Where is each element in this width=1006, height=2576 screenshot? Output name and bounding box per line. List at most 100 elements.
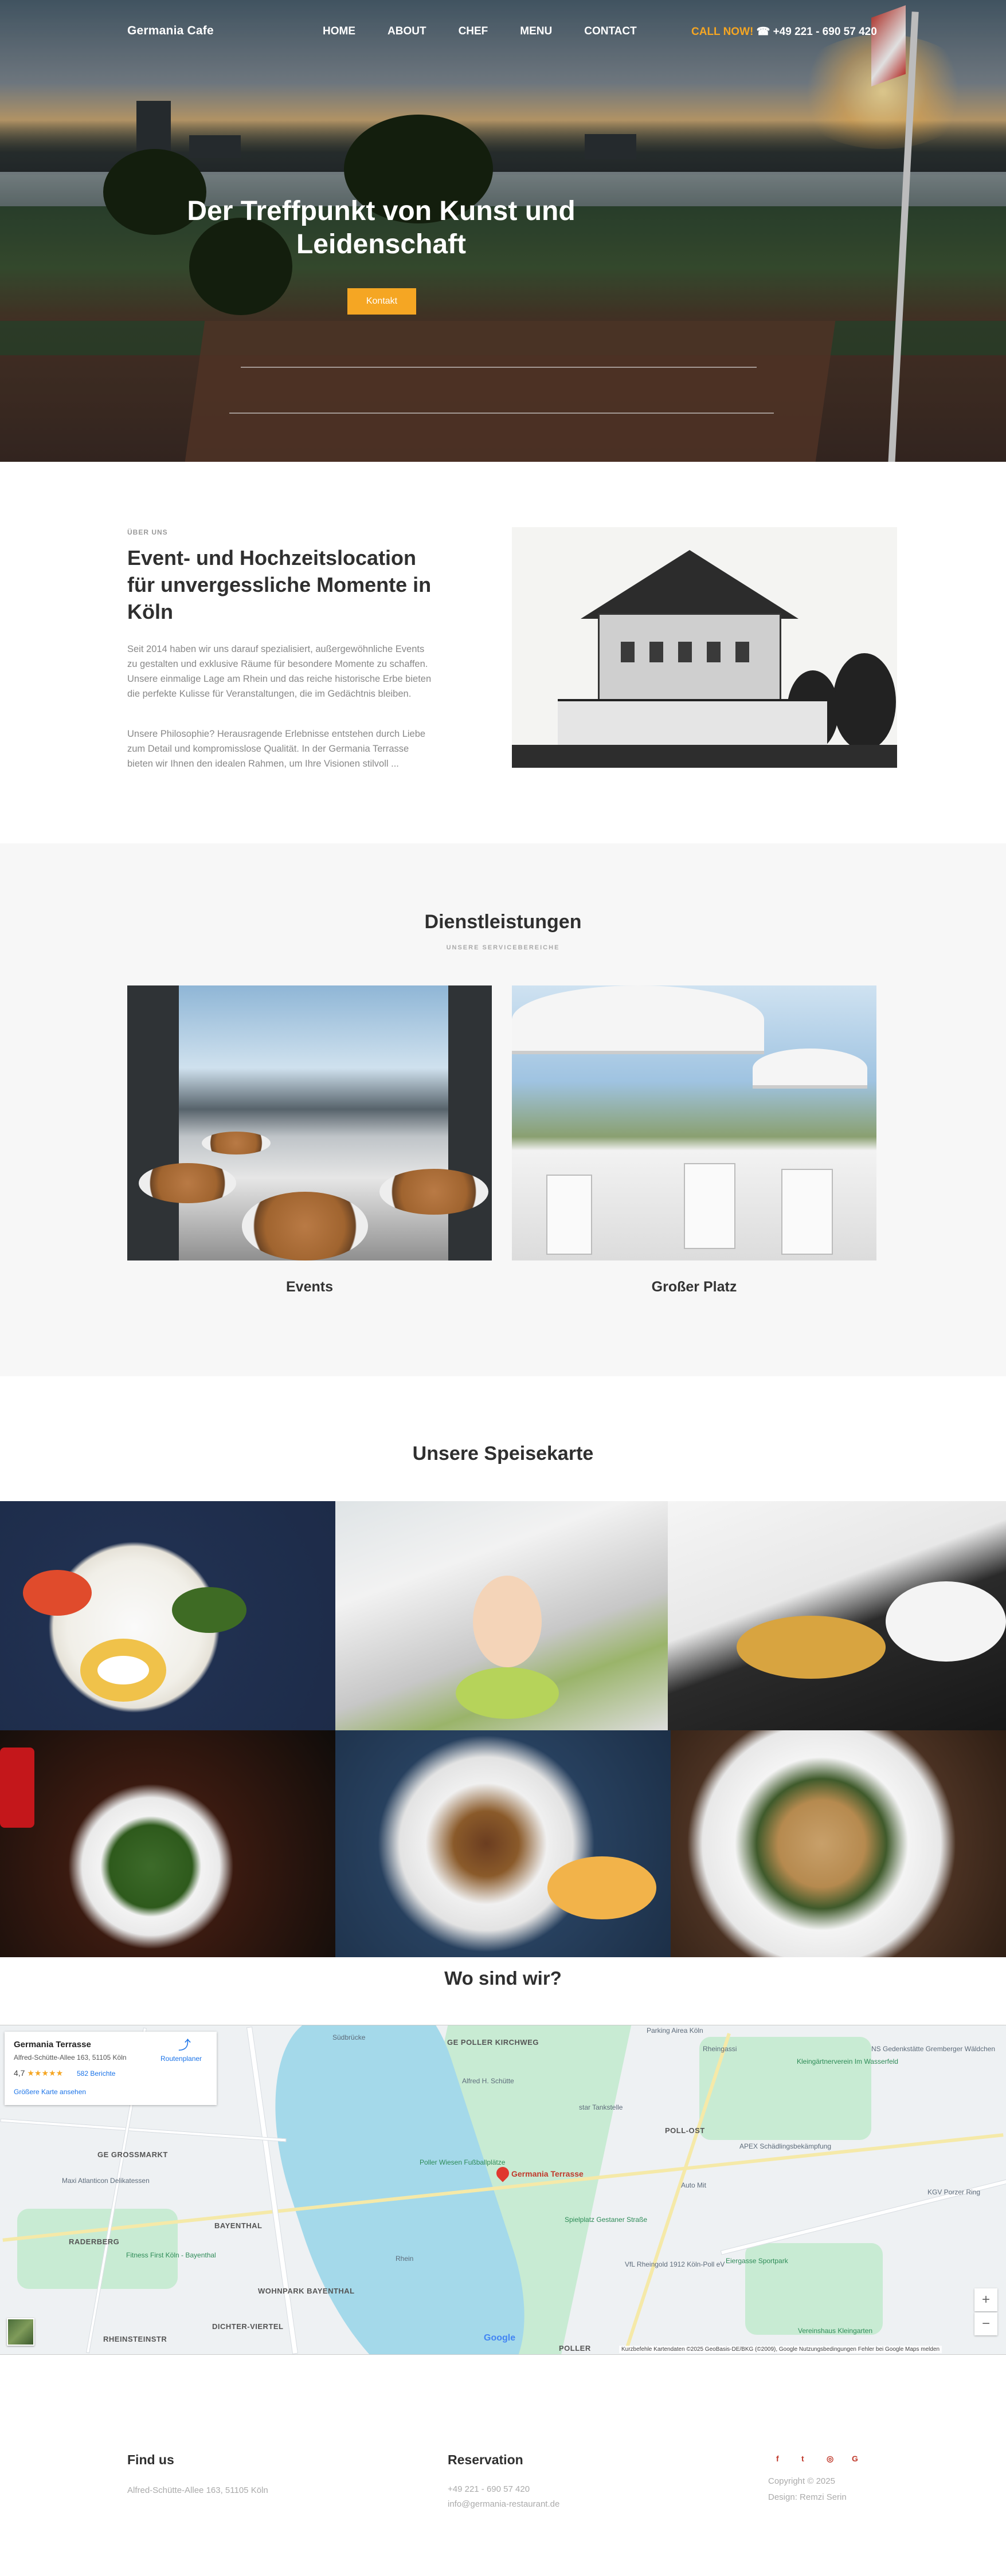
- map-label-rheinsteinstr: RHEINSTEINSTR: [103, 2335, 167, 2343]
- services-title: Dienstleistungen: [424, 911, 582, 933]
- footer-address: Alfred-Schütte-Allee 163, 51105 Köln: [127, 2485, 268, 2495]
- menu-title: Unsere Speisekarte: [412, 1443, 594, 1464]
- photo-plate: [242, 1192, 368, 1260]
- villa-window: [707, 642, 721, 662]
- map-satellite-toggle[interactable]: [7, 2318, 34, 2346]
- bigger-map-link[interactable]: Größere Karte ansehen: [14, 2088, 86, 2096]
- google-plus-icon[interactable]: G: [852, 2454, 858, 2463]
- map-poi-kleingarten[interactable]: Kleingärtnerverein Im Wasserfeld: [797, 2057, 898, 2065]
- photo-fries: [547, 1856, 656, 1919]
- map-poi-fitness[interactable]: Fitness First Köln - Bayenthal: [126, 2251, 216, 2259]
- menu-photo-burger[interactable]: [335, 1730, 671, 1957]
- map-main-road: [625, 2033, 731, 2348]
- facebook-icon[interactable]: f: [776, 2454, 779, 2463]
- footer-phone[interactable]: +49 221 - 690 57 420: [448, 2484, 530, 2494]
- route-planner-link[interactable]: Routenplaner: [161, 2055, 202, 2063]
- hero-title: Der Treffpunkt von Kunst und Leidenschaf…: [187, 196, 576, 260]
- map-attribution[interactable]: Kurzbefehle Kartendaten ©2025 GeoBasis-D…: [619, 2346, 942, 2353]
- map-zoom-out-button[interactable]: −: [974, 2312, 997, 2335]
- map-park: [17, 2209, 178, 2289]
- rating-value: 4,7: [14, 2068, 25, 2078]
- photo-chair: [781, 1169, 833, 1255]
- photo-umbrella: [512, 985, 764, 1054]
- footer-copyright: Copyright © 2025: [768, 2476, 835, 2486]
- about-historic-photo: [512, 527, 897, 768]
- reviews-link[interactable]: 582 Berichte: [77, 2070, 115, 2078]
- instagram-icon[interactable]: ◎: [827, 2454, 833, 2464]
- nav-link-menu[interactable]: MENU: [520, 25, 552, 38]
- map-poi-alfred[interactable]: Alfred H. Schütte: [462, 2077, 514, 2085]
- services-subtitle: UNSERE SERVICEBEREICHE: [446, 944, 560, 951]
- map-poi-vereinshaus[interactable]: Vereinshaus Kleingarten: [798, 2327, 872, 2335]
- map-label-dichter-viertel: DICHTER-VIERTEL: [212, 2322, 284, 2331]
- place-address: Alfred-Schütte-Allee 163, 51105 Köln: [14, 2053, 127, 2061]
- villa-window: [621, 642, 635, 662]
- map-info-card: Germania Terrasse Alfred-Schütte-Allee 1…: [5, 2032, 217, 2105]
- footer-find-title: Find us: [127, 2452, 174, 2467]
- service-caption-events[interactable]: Events: [127, 1279, 492, 1295]
- map-poi-maxi[interactable]: Maxi Atlanticon Delikatessen: [62, 2177, 150, 2185]
- service-image-events[interactable]: [127, 985, 492, 1260]
- map-poi-vfl[interactable]: VfL Rheingold 1912 Köln-Poll eV: [625, 2260, 725, 2268]
- photo-pasta-pan: [737, 1616, 886, 1679]
- map-poi-eiergasse[interactable]: Eiergasse Sportpark: [726, 2257, 788, 2265]
- photo-chef-hand: [886, 1581, 1006, 1662]
- nav-link-about[interactable]: ABOUT: [387, 25, 426, 38]
- photo-pillar: [127, 985, 179, 1260]
- map-poi-suedbruecke[interactable]: Südbrücke: [332, 2033, 365, 2041]
- nav-call[interactable]: CALL NOW! ☎ +49 221 - 690 57 420: [691, 25, 877, 38]
- nav-link-contact[interactable]: CONTACT: [584, 25, 636, 38]
- map-label-bayenthal: BAYENTHAL: [214, 2221, 263, 2230]
- map-poi-auto-mit[interactable]: Auto Mit: [681, 2181, 706, 2189]
- map-label-grossmarkt: GE GROSSMARKT: [97, 2150, 168, 2159]
- menu-photo-breakfast[interactable]: [0, 1501, 335, 1730]
- about-paragraph-2: Unsere Philosophie? Herausragende Erlebn…: [127, 729, 426, 769]
- twitter-icon[interactable]: t: [801, 2454, 804, 2463]
- photo-plate: [139, 1163, 236, 1203]
- about-kicker: ÜBER UNS: [127, 528, 168, 536]
- map-poi-parking[interactable]: Parking Airea Köln: [647, 2027, 703, 2035]
- about-paragraph-1: Seit 2014 haben wir uns darauf spezialis…: [127, 644, 432, 699]
- location-title: Wo sind wir?: [444, 1968, 562, 1989]
- place-name: Germania Terrasse: [14, 2040, 91, 2049]
- photo-pillar: [448, 985, 492, 1260]
- photo-greens: [172, 1587, 246, 1633]
- footer-email[interactable]: info@germania-restaurant.de: [448, 2499, 559, 2509]
- photo-umbrella: [753, 1049, 867, 1089]
- star-icons: ★★★★★: [27, 2068, 64, 2078]
- map-poi-poller-wiesen[interactable]: Poller Wiesen Fußballplätze: [420, 2158, 505, 2166]
- nav-link-home[interactable]: HOME: [323, 25, 355, 38]
- brand-logo[interactable]: Germania Cafe: [127, 24, 214, 38]
- villa-window: [678, 642, 692, 662]
- map-pin-label[interactable]: Germania Terrasse: [511, 2169, 584, 2178]
- map-zoom-in-button[interactable]: +: [974, 2288, 997, 2311]
- place-rating: 4,7 ★★★★★: [14, 2068, 63, 2078]
- menu-photo-pasta[interactable]: [671, 1730, 1006, 1957]
- photo-cola-can: [0, 1748, 34, 1828]
- map-poi-tankstelle[interactable]: star Tankstelle: [579, 2103, 623, 2111]
- map-label-poll-ost: POLL-OST: [665, 2126, 705, 2135]
- service-image-grosser-platz[interactable]: [512, 985, 876, 1260]
- directions-icon[interactable]: ⤴: [178, 2039, 191, 2052]
- services-section: Dienstleistungen UNSERE SERVICEBEREICHE …: [0, 843, 1006, 1376]
- menu-photo-soup[interactable]: [0, 1730, 335, 1957]
- map-poi-kgv[interactable]: KGV Porzer Ring: [927, 2188, 980, 2196]
- call-now-label: CALL NOW!: [691, 26, 754, 38]
- menu-photo-chef-cooking[interactable]: [668, 1501, 1006, 1730]
- contact-button[interactable]: Kontakt: [347, 288, 416, 315]
- photo-plate: [379, 1169, 488, 1215]
- photo-ground: [512, 745, 897, 768]
- map-poi-spielplatz[interactable]: Spielplatz Gestaner Straße: [565, 2216, 647, 2224]
- photo-salad: [456, 1667, 559, 1719]
- villa-terrace: [558, 699, 827, 751]
- map-poi-apex[interactable]: APEX Schädlingsbekämpfung: [739, 2142, 831, 2150]
- map-label-poller-kirchweg: GE POLLER KIRCHWEG: [447, 2038, 539, 2047]
- map-street: [0, 2118, 287, 2142]
- villa-window: [735, 642, 749, 662]
- service-caption-grosser-platz[interactable]: Großer Platz: [512, 1279, 876, 1295]
- map-poi-rheingassi[interactable]: Rheingassi: [703, 2045, 737, 2053]
- nav-link-chef[interactable]: CHEF: [459, 25, 488, 38]
- map-poi-ns-gedenkstaette[interactable]: NS Gedenkstätte Gremberger Wäldchen: [871, 2045, 995, 2053]
- menu-photo-kitchen[interactable]: [335, 1501, 668, 1730]
- photo-child: [473, 1576, 542, 1667]
